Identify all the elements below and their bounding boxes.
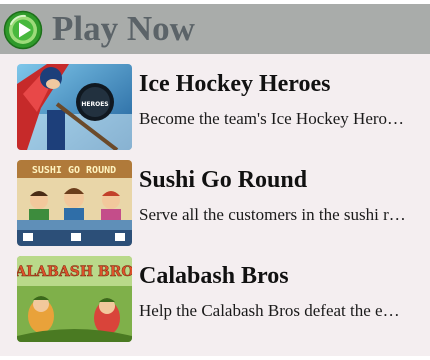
game-title[interactable]: Ice Hockey Heroes (139, 68, 419, 100)
sushi-go-round-thumbnail-image: SUSHI GO ROUND (17, 160, 132, 246)
thumb-logo-text: SUSHI GO ROUND (32, 165, 116, 176)
game-thumbnail[interactable]: SUSHI GO ROUND (17, 160, 132, 246)
thumb-logo-text: HEROES (81, 101, 108, 108)
game-item-sushi-go-round[interactable]: SUSHI GO ROUND Sushi Go Round Serve all … (0, 158, 430, 250)
game-description: Serve all the customers in the sushi res… (139, 205, 407, 224)
panel-title: Play Now (52, 9, 195, 48)
game-description: Help the Calabash Bros defeat the evil s… (139, 301, 407, 320)
game-title[interactable]: Calabash Bros (139, 260, 419, 292)
game-description: Become the team's Ice Hockey Hero and le… (139, 109, 407, 128)
game-thumbnail[interactable]: HEROES (17, 64, 132, 150)
game-thumbnail[interactable]: CALABASH BROS (17, 256, 132, 342)
play-icon (3, 10, 43, 50)
play-now-panel: Play Now HEROES Ice Hockey Heroes Become… (0, 4, 430, 356)
game-title[interactable]: Sushi Go Round (139, 164, 419, 196)
game-item-ice-hockey-heroes[interactable]: HEROES Ice Hockey Heroes Become the team… (0, 62, 430, 154)
game-item-calabash-bros[interactable]: CALABASH BROS Calabash Bros Help the Cal… (0, 254, 430, 346)
calabash-bros-thumbnail-image: CALABASH BROS (17, 256, 132, 342)
ice-hockey-thumbnail-image: HEROES (17, 64, 132, 150)
thumb-logo-text: CALABASH BROS (17, 264, 132, 280)
panel-header: Play Now (0, 4, 430, 54)
